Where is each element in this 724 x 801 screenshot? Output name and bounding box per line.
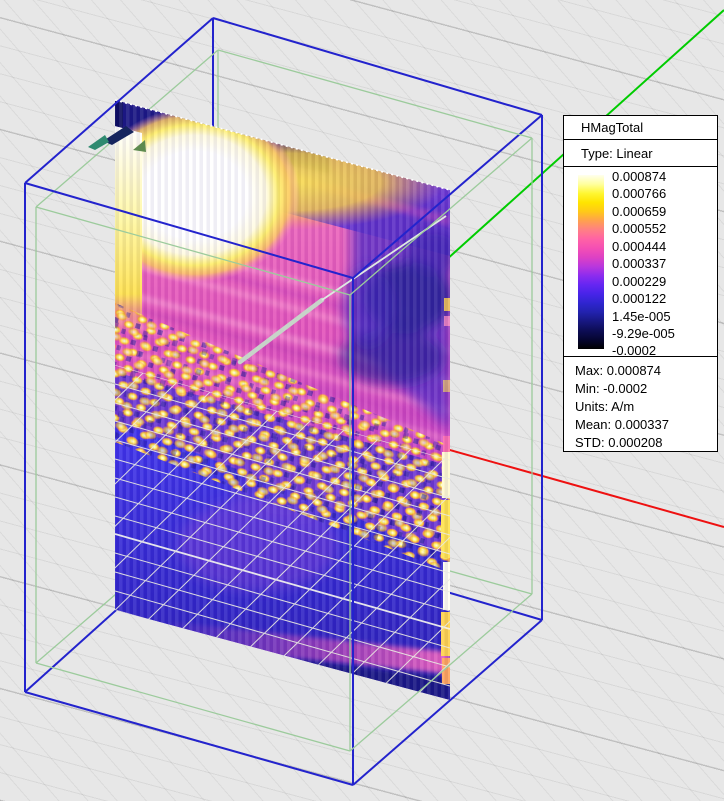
field-legend[interactable]: HMagTotal Type: Linear 0.000874 0.000766…	[563, 115, 718, 452]
modeler-viewport[interactable]: HMagTotal Type: Linear 0.000874 0.000766…	[0, 0, 724, 801]
colorbar-tick: 0.000444	[612, 238, 675, 255]
field-plot-plane[interactable]	[90, 98, 462, 701]
colorbar-tick: 0.000659	[612, 203, 675, 220]
colorbar-tick-labels: 0.000874 0.000766 0.000659 0.000552 0.00…	[612, 167, 675, 360]
colorbar-tick: 0.000337	[612, 255, 675, 272]
stat-max: Max: 0.000874	[575, 362, 717, 380]
stat-mean: Mean: 0.000337	[575, 416, 717, 434]
legend-statistics: Max: 0.000874 Min: -0.0002 Units: A/m Me…	[564, 357, 717, 452]
colorbar	[578, 175, 604, 349]
colorbar-tick: 0.000874	[612, 168, 675, 185]
stat-units: Units: A/m	[575, 398, 717, 416]
colorbar-tick: 0.000766	[612, 185, 675, 202]
stat-std: STD: 0.000208	[575, 434, 717, 452]
colorbar-tick: -0.0002	[612, 342, 675, 359]
colorbar-tick: 0.000552	[612, 220, 675, 237]
colorbar-tick: 0.000229	[612, 273, 675, 290]
colorbar-tick: 0.000122	[612, 290, 675, 307]
stat-min: Min: -0.0002	[575, 380, 717, 398]
legend-scale-type: Type: Linear	[564, 140, 717, 167]
colorbar-tick: -9.29e-005	[612, 325, 675, 342]
legend-color-scale: 0.000874 0.000766 0.000659 0.000552 0.00…	[564, 167, 717, 357]
legend-title: HMagTotal	[564, 116, 717, 140]
colorbar-tick: 1.45e-005	[612, 308, 675, 325]
